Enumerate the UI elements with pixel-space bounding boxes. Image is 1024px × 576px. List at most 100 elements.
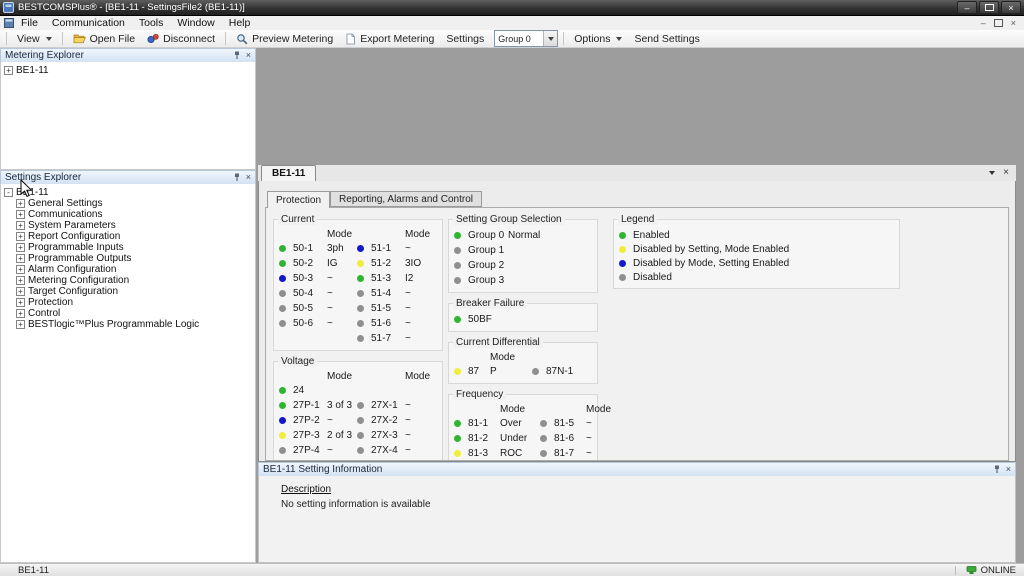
expand-icon[interactable] <box>16 254 25 263</box>
expand-icon[interactable] <box>16 320 25 329</box>
status-dot <box>279 305 286 312</box>
combo-arrow[interactable] <box>543 31 557 46</box>
close-icon[interactable]: × <box>1006 465 1011 474</box>
element-label[interactable]: 50-5 <box>293 303 327 314</box>
element-label[interactable]: 81-5 <box>554 418 586 429</box>
element-label[interactable]: 24 <box>293 385 327 396</box>
send-settings-button[interactable]: Send Settings <box>629 32 704 46</box>
expand-icon[interactable] <box>4 66 13 75</box>
tree-item[interactable]: BESTlogic™Plus Programmable Logic <box>16 319 255 330</box>
group-label[interactable]: Group 2 <box>468 260 508 271</box>
tree-item[interactable]: Metering Configuration <box>16 275 255 286</box>
status-dot <box>279 417 286 424</box>
tab-list-icon[interactable] <box>989 171 995 175</box>
element-label[interactable]: 81-1 <box>468 418 500 429</box>
mdi-child-icon[interactable] <box>4 18 14 28</box>
expand-icon[interactable] <box>16 298 25 307</box>
document-tab-be1-11[interactable]: BE1-11 <box>261 165 316 181</box>
pin-icon[interactable] <box>233 51 241 60</box>
element-label[interactable]: 51-7 <box>371 333 405 344</box>
expand-icon[interactable] <box>16 276 25 285</box>
element-label[interactable]: 50-1 <box>293 243 327 254</box>
preview-metering-button[interactable]: Preview Metering <box>231 32 338 46</box>
collapse-icon[interactable] <box>4 188 13 197</box>
element-label[interactable]: 27X-3 <box>371 430 405 441</box>
element-label[interactable]: 87 <box>468 366 490 377</box>
element-label[interactable]: 81-3 <box>468 448 500 459</box>
open-file-button[interactable]: Open File <box>68 32 141 46</box>
group-label[interactable]: Group 3 <box>468 275 508 286</box>
close-icon[interactable]: × <box>1003 167 1009 178</box>
close-icon[interactable]: × <box>1001 1 1021 14</box>
menu-item[interactable]: Tools <box>132 17 171 29</box>
element-label[interactable]: 51-1 <box>371 243 405 254</box>
minimize-icon[interactable]: – <box>957 1 977 14</box>
tree-item[interactable]: Control <box>16 308 255 319</box>
tree-item-be1-11[interactable]: BE1-11 <box>4 186 255 198</box>
online-icon <box>966 565 977 575</box>
element-label[interactable]: 27P-5 <box>293 460 327 461</box>
group-label[interactable]: Group 0 <box>468 230 508 241</box>
expand-icon[interactable] <box>16 265 25 274</box>
element-label[interactable]: 81-2 <box>468 433 500 444</box>
element-label[interactable]: 27X-1 <box>371 400 405 411</box>
element-label[interactable]: 50-2 <box>293 258 327 269</box>
mdi-minimize-icon[interactable]: – <box>981 18 986 28</box>
expand-icon[interactable] <box>16 232 25 241</box>
tree-item[interactable]: Protection <box>16 297 255 308</box>
tab-reporting-alarms-control[interactable]: Reporting, Alarms and Control <box>330 191 482 207</box>
element-label[interactable]: 50-3 <box>293 273 327 284</box>
element-label[interactable]: 51-3 <box>371 273 405 284</box>
expand-icon[interactable] <box>16 221 25 230</box>
close-icon[interactable]: × <box>246 173 251 182</box>
tree-item[interactable]: System Parameters <box>16 220 255 231</box>
tree-item[interactable]: General Settings <box>16 198 255 209</box>
expand-icon[interactable] <box>16 210 25 219</box>
menu-item[interactable]: File <box>14 17 45 29</box>
tree-item[interactable]: Programmable Outputs <box>16 253 255 264</box>
menu-item[interactable]: Communication <box>45 17 132 29</box>
disconnect-button[interactable]: Disconnect <box>142 32 220 46</box>
tree-item[interactable]: Programmable Inputs <box>16 242 255 253</box>
expand-icon[interactable] <box>16 199 25 208</box>
menu-item[interactable]: Window <box>170 17 221 29</box>
pin-icon[interactable] <box>993 465 1001 474</box>
expand-icon[interactable] <box>16 287 25 296</box>
element-label[interactable]: 81-6 <box>554 433 586 444</box>
element-label[interactable]: 27X-2 <box>371 415 405 426</box>
document-icon <box>345 33 356 45</box>
tree-item[interactable]: Target Configuration <box>16 286 255 297</box>
tree-item-be1-11[interactable]: BE1-11 <box>4 64 255 76</box>
maximize-icon[interactable] <box>979 1 999 14</box>
tree-item[interactable]: Report Configuration <box>16 231 255 242</box>
element-label[interactable]: 51-6 <box>371 318 405 329</box>
element-label[interactable]: 51-2 <box>371 258 405 269</box>
element-label[interactable]: 51-4 <box>371 288 405 299</box>
menu-item[interactable]: Help <box>222 17 258 29</box>
element-label[interactable]: 27P-2 <box>293 415 327 426</box>
element-label[interactable]: 50BF <box>468 314 508 325</box>
close-icon[interactable]: × <box>246 51 251 60</box>
element-label[interactable]: 87N-1 <box>546 366 593 377</box>
pin-icon[interactable] <box>233 173 241 182</box>
element-label[interactable]: 50-4 <box>293 288 327 299</box>
group-label[interactable]: Group 1 <box>468 245 508 256</box>
view-button[interactable]: View <box>12 32 57 46</box>
element-label[interactable]: 50-6 <box>293 318 327 329</box>
element-label[interactable]: 81-7 <box>554 448 586 459</box>
mdi-close-icon[interactable]: × <box>1011 18 1016 28</box>
tree-item[interactable]: Alarm Configuration <box>16 264 255 275</box>
element-label[interactable]: 27P-1 <box>293 400 327 411</box>
options-button[interactable]: Options <box>569 32 627 46</box>
element-label[interactable]: 27P-3 <box>293 430 327 441</box>
element-label[interactable]: 51-5 <box>371 303 405 314</box>
expand-icon[interactable] <box>16 309 25 318</box>
export-metering-button[interactable]: Export Metering <box>340 32 439 46</box>
expand-icon[interactable] <box>16 243 25 252</box>
mdi-restore-icon[interactable] <box>994 19 1003 27</box>
group-select[interactable]: Group 0 <box>494 30 558 47</box>
element-label[interactable]: 27P-4 <box>293 445 327 456</box>
tab-protection[interactable]: Protection <box>267 191 330 208</box>
tree-item[interactable]: Communications <box>16 209 255 220</box>
element-label[interactable]: 27X-4 <box>371 445 405 456</box>
